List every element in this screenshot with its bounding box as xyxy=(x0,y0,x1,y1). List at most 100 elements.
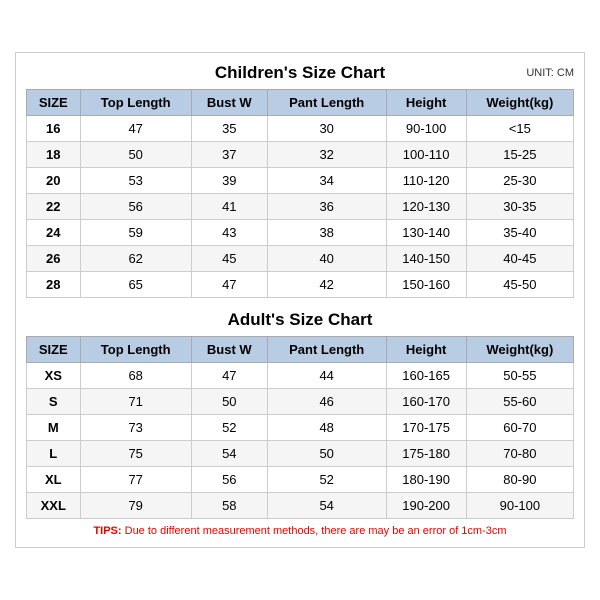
table-cell: 44 xyxy=(267,363,386,389)
table-cell: 39 xyxy=(191,168,267,194)
tips-text: Due to different measurement methods, th… xyxy=(122,525,507,537)
tips-label: TIPS: xyxy=(93,525,121,537)
table-cell: 50-55 xyxy=(466,363,573,389)
adults-header-row: SIZE Top Length Bust W Pant Length Heigh… xyxy=(27,337,574,363)
table-cell: 28 xyxy=(27,272,81,298)
table-row: 26624540140-15040-45 xyxy=(27,246,574,272)
table-cell: 79 xyxy=(80,493,191,519)
table-cell: 55-60 xyxy=(466,389,573,415)
table-cell: 30-35 xyxy=(466,194,573,220)
adults-col-size: SIZE xyxy=(27,337,81,363)
table-row: 22564136120-13030-35 xyxy=(27,194,574,220)
table-cell: XS xyxy=(27,363,81,389)
children-col-height: Height xyxy=(386,90,466,116)
adults-col-weight: Weight(kg) xyxy=(466,337,573,363)
table-cell: 20 xyxy=(27,168,81,194)
children-table: SIZE Top Length Bust W Pant Length Heigh… xyxy=(26,89,574,298)
table-cell: 35 xyxy=(191,116,267,142)
table-cell: 36 xyxy=(267,194,386,220)
table-cell: XXL xyxy=(27,493,81,519)
table-cell: 46 xyxy=(267,389,386,415)
table-cell: 71 xyxy=(80,389,191,415)
table-cell: 77 xyxy=(80,467,191,493)
table-cell: 26 xyxy=(27,246,81,272)
children-col-pant: Pant Length xyxy=(267,90,386,116)
unit-label: UNIT: CM xyxy=(526,67,574,79)
table-cell: 50 xyxy=(267,441,386,467)
adults-col-bust: Bust W xyxy=(191,337,267,363)
table-row: 28654742150-16045-50 xyxy=(27,272,574,298)
table-cell: 25-30 xyxy=(466,168,573,194)
table-cell: 100-110 xyxy=(386,142,466,168)
table-cell: 22 xyxy=(27,194,81,220)
table-cell: 41 xyxy=(191,194,267,220)
table-cell: 24 xyxy=(27,220,81,246)
adults-title-row: Adult's Size Chart xyxy=(26,310,574,330)
table-cell: 140-150 xyxy=(386,246,466,272)
adults-title: Adult's Size Chart xyxy=(228,310,373,330)
children-title-row: Children's Size Chart UNIT: CM xyxy=(26,63,574,83)
table-cell: 58 xyxy=(191,493,267,519)
table-cell: 16 xyxy=(27,116,81,142)
table-cell: 180-190 xyxy=(386,467,466,493)
chart-wrapper: Children's Size Chart UNIT: CM SIZE Top … xyxy=(15,52,585,548)
table-cell: L xyxy=(27,441,81,467)
table-cell: 15-25 xyxy=(466,142,573,168)
children-col-weight: Weight(kg) xyxy=(466,90,573,116)
table-cell: XL xyxy=(27,467,81,493)
table-cell: 32 xyxy=(267,142,386,168)
table-cell: 30 xyxy=(267,116,386,142)
table-cell: 170-175 xyxy=(386,415,466,441)
table-cell: 73 xyxy=(80,415,191,441)
table-cell: 75 xyxy=(80,441,191,467)
table-cell: 160-170 xyxy=(386,389,466,415)
table-cell: 150-160 xyxy=(386,272,466,298)
table-row: XL775652180-19080-90 xyxy=(27,467,574,493)
table-cell: M xyxy=(27,415,81,441)
table-cell: 90-100 xyxy=(386,116,466,142)
table-cell: 48 xyxy=(267,415,386,441)
children-title: Children's Size Chart xyxy=(215,63,385,83)
table-cell: 47 xyxy=(80,116,191,142)
table-row: M735248170-17560-70 xyxy=(27,415,574,441)
table-cell: 59 xyxy=(80,220,191,246)
table-cell: 175-180 xyxy=(386,441,466,467)
table-cell: 18 xyxy=(27,142,81,168)
table-cell: 62 xyxy=(80,246,191,272)
adults-table: SIZE Top Length Bust W Pant Length Heigh… xyxy=(26,336,574,519)
table-cell: 56 xyxy=(80,194,191,220)
table-cell: 45 xyxy=(191,246,267,272)
table-cell: 60-70 xyxy=(466,415,573,441)
table-row: S715046160-17055-60 xyxy=(27,389,574,415)
table-cell: 190-200 xyxy=(386,493,466,519)
table-cell: 40-45 xyxy=(466,246,573,272)
table-cell: 90-100 xyxy=(466,493,573,519)
table-cell: 68 xyxy=(80,363,191,389)
table-cell: 65 xyxy=(80,272,191,298)
adults-col-height: Height xyxy=(386,337,466,363)
table-cell: 50 xyxy=(191,389,267,415)
table-cell: <15 xyxy=(466,116,573,142)
table-cell: 38 xyxy=(267,220,386,246)
table-cell: 42 xyxy=(267,272,386,298)
table-cell: 54 xyxy=(191,441,267,467)
table-cell: 70-80 xyxy=(466,441,573,467)
table-row: 18503732100-11015-25 xyxy=(27,142,574,168)
table-cell: 40 xyxy=(267,246,386,272)
table-cell: 45-50 xyxy=(466,272,573,298)
table-row: 24594338130-14035-40 xyxy=(27,220,574,246)
table-row: L755450175-18070-80 xyxy=(27,441,574,467)
children-col-top-length: Top Length xyxy=(80,90,191,116)
table-row: XS684744160-16550-55 xyxy=(27,363,574,389)
table-cell: 53 xyxy=(80,168,191,194)
table-cell: 37 xyxy=(191,142,267,168)
table-cell: 160-165 xyxy=(386,363,466,389)
children-col-bust: Bust W xyxy=(191,90,267,116)
table-cell: 110-120 xyxy=(386,168,466,194)
table-cell: 54 xyxy=(267,493,386,519)
table-cell: 52 xyxy=(267,467,386,493)
table-row: 20533934110-12025-30 xyxy=(27,168,574,194)
table-cell: S xyxy=(27,389,81,415)
table-cell: 47 xyxy=(191,272,267,298)
table-cell: 43 xyxy=(191,220,267,246)
